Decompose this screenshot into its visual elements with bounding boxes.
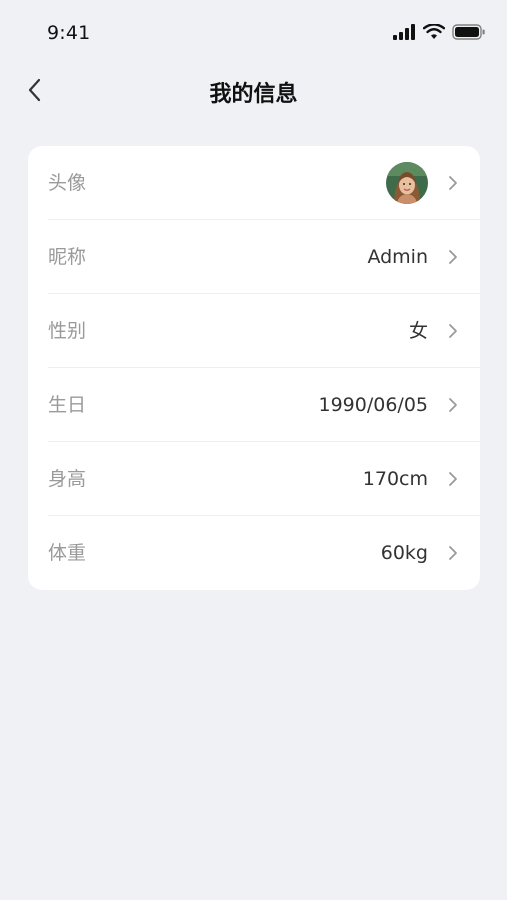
row-height[interactable]: 身高 170cm <box>48 442 480 516</box>
avatar <box>386 162 428 204</box>
birthday-label: 生日 <box>48 394 87 416</box>
nav-bar: 我的信息 <box>0 64 507 116</box>
status-time: 9:41 <box>47 22 91 44</box>
chevron-right-icon <box>449 472 457 486</box>
chevron-right-icon <box>449 324 457 338</box>
gender-value: 女 <box>408 320 428 342</box>
height-label: 身高 <box>48 468 87 490</box>
height-value: 170cm <box>362 468 428 490</box>
chevron-right-icon <box>449 176 457 190</box>
row-weight[interactable]: 体重 60kg <box>48 516 480 590</box>
gender-label: 性别 <box>48 320 87 342</box>
weight-value: 60kg <box>380 542 428 564</box>
row-nickname[interactable]: 昵称 Admin <box>48 220 480 294</box>
battery-icon <box>452 24 485 40</box>
signal-icon <box>393 24 415 40</box>
nickname-value: Admin <box>367 246 428 268</box>
avatar-label: 头像 <box>48 172 87 194</box>
status-icons <box>392 24 486 40</box>
wifi-icon <box>423 24 445 39</box>
row-gender[interactable]: 性别 女 <box>48 294 480 368</box>
chevron-right-icon <box>449 398 457 412</box>
nickname-label: 昵称 <box>48 246 87 268</box>
weight-label: 体重 <box>48 542 87 564</box>
page-title: 我的信息 <box>209 82 298 107</box>
chevron-right-icon <box>449 250 457 264</box>
chevron-right-icon <box>449 546 457 560</box>
birthday-value: 1990/06/05 <box>318 394 428 416</box>
status-bar: 9:41 <box>0 0 507 64</box>
row-birthday[interactable]: 生日 1990/06/05 <box>48 368 480 442</box>
row-avatar[interactable]: 头像 <box>48 146 480 220</box>
profile-card: 头像 昵称 Admin 性别 女 生日 1990/06/05 身高 170cm … <box>28 146 480 590</box>
